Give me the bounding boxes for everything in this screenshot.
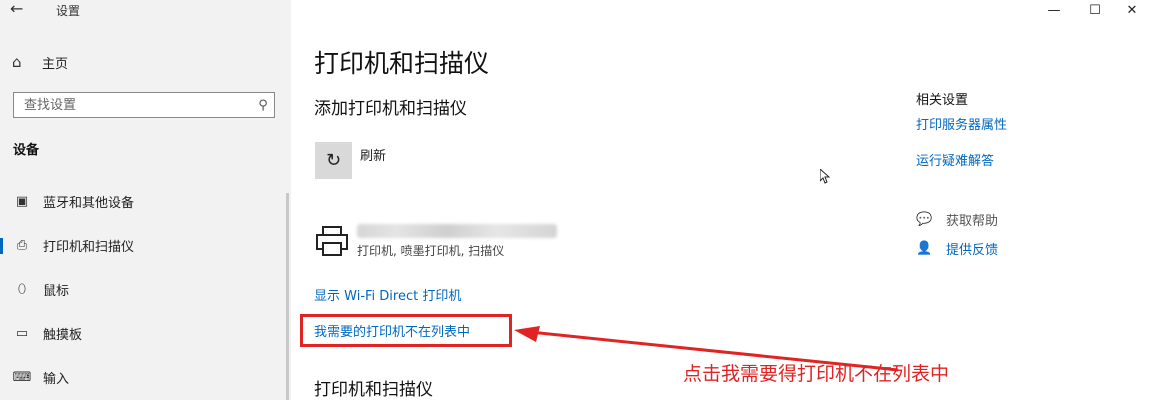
- back-arrow-icon[interactable]: ←: [10, 0, 34, 20]
- touchpad-icon: ▭: [15, 325, 29, 341]
- add-printers-heading: 添加打印机和扫描仪: [314, 99, 467, 119]
- main-content: 打印机和扫描仪 添加打印机和扫描仪 ↻ 刷新 打印机, 喷墨打印机, 扫描仪 显…: [291, 0, 1155, 400]
- printer-status: 打印机, 喷墨打印机, 扫描仪: [357, 244, 505, 258]
- run-troubleshooter-link[interactable]: 运行疑难解答: [916, 150, 994, 169]
- annotation-text: 点击我需要得打印机不在列表中: [683, 363, 950, 385]
- app-title: 设置: [56, 4, 81, 18]
- printers-list-heading: 打印机和扫描仪: [314, 380, 433, 400]
- close-button[interactable]: ✕: [1109, 0, 1155, 20]
- search-box[interactable]: ⚲: [13, 92, 275, 118]
- sidebar-item-mouse[interactable]: ⬯ 鼠标: [0, 274, 291, 304]
- printer-device-icon[interactable]: [315, 225, 349, 257]
- sidebar-item-label: 触摸板: [43, 327, 83, 343]
- refresh-button[interactable]: ↻: [315, 142, 352, 179]
- sidebar-item-label: 输入: [43, 371, 70, 387]
- sidebar-item-label: 蓝牙和其他设备: [43, 195, 135, 211]
- keyboard-icon: ⌨: [12, 369, 32, 385]
- sidebar-home[interactable]: ⌂ 主页: [12, 50, 68, 74]
- give-feedback-link[interactable]: 提供反馈: [946, 239, 998, 258]
- active-indicator: [0, 238, 3, 254]
- sidebar-item-label: 鼠标: [43, 283, 70, 299]
- sidebar: ← 设置 ⌂ 主页 ⚲ 设备 ▣ 蓝牙和其他设备 ⎙ 打印机和扫描仪 ⬯ 鼠标 …: [0, 0, 291, 400]
- refresh-label: 刷新: [360, 149, 387, 164]
- mouse-icon: ⬯: [17, 281, 27, 297]
- related-settings-title: 相关设置: [916, 93, 969, 108]
- annotation-highlight-box: [300, 314, 512, 347]
- sidebar-item-label: 打印机和扫描仪: [43, 239, 135, 255]
- refresh-icon: ↻: [325, 150, 342, 171]
- print-server-properties-link[interactable]: 打印服务器属性: [916, 114, 1007, 133]
- give-feedback-row[interactable]: 👤 提供反馈: [916, 238, 998, 258]
- search-icon[interactable]: ⚲: [252, 98, 274, 113]
- mouse-cursor-icon: [820, 169, 830, 184]
- sidebar-item-printers[interactable]: ⎙ 打印机和扫描仪: [0, 230, 291, 260]
- wifi-direct-link[interactable]: 显示 Wi-Fi Direct 打印机: [314, 285, 461, 304]
- help-chat-icon: 💬: [916, 211, 933, 227]
- bluetooth-devices-icon: ▣: [15, 193, 29, 209]
- get-help-link[interactable]: 获取帮助: [946, 210, 998, 229]
- get-help-row[interactable]: 💬 获取帮助: [916, 209, 998, 229]
- sidebar-section-title: 设备: [13, 143, 40, 158]
- sidebar-item-bluetooth[interactable]: ▣ 蓝牙和其他设备: [0, 186, 291, 216]
- minimize-button[interactable]: —: [1031, 0, 1077, 20]
- page-title: 打印机和扫描仪: [314, 49, 490, 78]
- home-icon: ⌂: [12, 53, 22, 71]
- printer-icon: ⎙: [16, 237, 28, 253]
- sidebar-item-touchpad[interactable]: ▭ 触摸板: [0, 318, 291, 348]
- feedback-person-icon: 👤: [916, 240, 933, 256]
- sidebar-item-input[interactable]: ⌨ 输入: [0, 362, 291, 392]
- search-input[interactable]: [14, 96, 252, 114]
- related-settings: 相关设置 打印服务器属性 运行疑难解答 💬 获取帮助 👤 提供反馈: [916, 0, 1155, 400]
- home-label: 主页: [42, 56, 69, 72]
- sidebar-scrollbar[interactable]: [286, 193, 289, 400]
- printer-name-redacted[interactable]: [357, 224, 557, 238]
